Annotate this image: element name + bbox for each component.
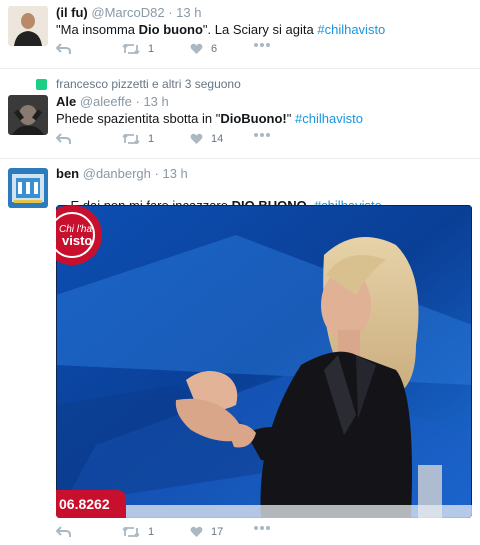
retweet-count: 1 — [148, 133, 155, 145]
retweet-button[interactable]: 1 — [122, 526, 154, 538]
like-count: 14 — [211, 133, 224, 145]
author-handle[interactable]: @danbergh — [83, 166, 151, 181]
reply-icon — [56, 526, 71, 537]
tweet-text: "Ma insomma Dio buono". La Sciary si agi… — [56, 22, 386, 37]
separator-dot: · — [154, 166, 159, 181]
separator-dot: · — [168, 5, 173, 20]
reply-icon — [56, 43, 71, 54]
author-name[interactable]: (il fu) — [56, 5, 88, 20]
phone-ticker: 06.8262 — [59, 496, 110, 512]
tweet-3[interactable]: ben @danbergh · 13 h E dai non mi fare i… — [0, 159, 480, 545]
hashtag-link[interactable]: #chilhavisto — [317, 22, 385, 37]
retweet-icon — [122, 526, 140, 538]
avatar[interactable] — [8, 168, 48, 208]
reply-icon — [56, 133, 71, 144]
tweet-2[interactable]: francesco pizzetti e altri 3 seguono Ale… — [0, 69, 480, 158]
reply-button[interactable] — [56, 133, 71, 145]
reply-button[interactable] — [56, 526, 71, 538]
like-button[interactable]: 14 — [190, 133, 223, 145]
reply-button[interactable] — [56, 43, 71, 55]
tweet-actions: 1 17 — [56, 526, 476, 542]
tv-screenshot-image: Chi l'ha visto 06.8262 — [56, 205, 472, 518]
more-button[interactable] — [254, 526, 270, 530]
more-button[interactable] — [254, 43, 270, 47]
like-icon — [190, 43, 203, 54]
tweet-text: Phede spazientita sbotta in "DioBuono!" … — [56, 111, 363, 126]
author-name[interactable]: ben — [56, 166, 79, 181]
timestamp[interactable]: 13 h — [176, 5, 201, 20]
retweet-count: 1 — [148, 526, 155, 538]
follow-context[interactable]: francesco pizzetti e altri 3 seguono — [56, 77, 241, 91]
tweet-actions: 1 14 — [56, 133, 476, 149]
retweet-button[interactable]: 1 — [122, 133, 154, 145]
like-icon — [190, 526, 203, 537]
like-button[interactable]: 17 — [190, 526, 223, 538]
hashtag-link[interactable]: #chilhavisto — [295, 111, 363, 126]
tweet-photo[interactable]: Chi l'ha visto 06.8262 — [56, 205, 472, 518]
retweet-icon — [122, 133, 140, 145]
retweet-icon — [122, 43, 140, 55]
avatar[interactable] — [8, 6, 48, 46]
author-handle[interactable]: @MarcoD82 — [91, 5, 164, 20]
more-button[interactable] — [254, 133, 270, 137]
tweet-actions: 1 6 — [56, 43, 476, 59]
more-icon — [254, 526, 270, 530]
avatar[interactable] — [8, 95, 48, 135]
like-count: 17 — [211, 526, 224, 538]
follow-context-icon — [36, 79, 47, 90]
author-name[interactable]: Ale — [56, 94, 76, 109]
more-icon — [254, 133, 270, 137]
program-logo-visto: visto — [62, 233, 92, 248]
timestamp[interactable]: 13 h — [143, 94, 168, 109]
timestamp[interactable]: 13 h — [162, 166, 187, 181]
more-icon — [254, 43, 270, 47]
separator-dot: · — [135, 94, 140, 109]
like-icon — [190, 133, 203, 144]
retweet-count: 1 — [148, 43, 155, 55]
author-handle[interactable]: @aleeffe — [80, 94, 132, 109]
like-count: 6 — [211, 43, 218, 55]
like-button[interactable]: 6 — [190, 43, 217, 55]
retweet-button[interactable]: 1 — [122, 43, 154, 55]
tweet-1[interactable]: (il fu) @MarcoD82 · 13 h "Ma insomma Dio… — [0, 0, 480, 68]
